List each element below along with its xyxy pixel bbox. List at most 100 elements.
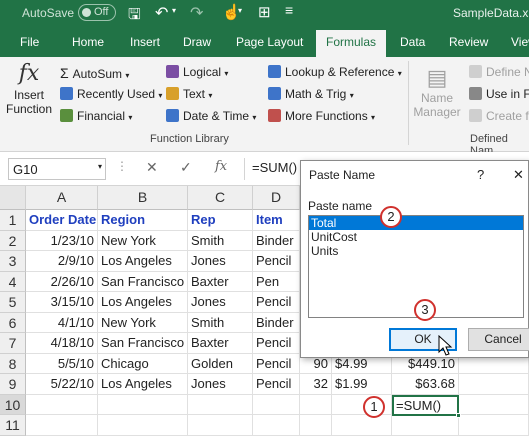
row-header[interactable]: 8 (0, 353, 26, 374)
table-cell[interactable]: Order Date (26, 210, 98, 231)
table-cell[interactable]: Item (253, 210, 300, 231)
use-in-formula-button[interactable]: Use in Fo (469, 87, 529, 101)
table-cell[interactable]: Pencil (253, 251, 300, 272)
autosave-toggle[interactable]: Off (78, 4, 116, 21)
table-cell[interactable] (300, 394, 332, 415)
cancel-button[interactable]: Cancel (468, 328, 529, 351)
table-cell[interactable]: New York (98, 230, 188, 251)
row-header[interactable]: 4 (0, 271, 26, 292)
table-cell[interactable]: Los Angeles (98, 374, 188, 395)
math-trig-button[interactable]: Math & Trig ▾ (268, 87, 354, 101)
table-cell[interactable] (188, 415, 253, 436)
customize-toolbar-icon[interactable]: ≡ (285, 2, 293, 18)
table-cell[interactable]: $63.68 (392, 374, 459, 395)
text-button[interactable]: Text ▾ (166, 87, 212, 101)
redo-icon[interactable]: ↷ (190, 3, 203, 23)
undo-dropdown-icon[interactable]: ▾ (172, 6, 176, 15)
tab-draw[interactable]: Draw (183, 35, 211, 49)
table-cell[interactable]: Rep (188, 210, 253, 231)
tab-home[interactable]: Home (72, 35, 104, 49)
table-cell[interactable]: San Francisco (98, 271, 188, 292)
close-icon[interactable]: ✕ (513, 167, 524, 183)
tab-insert[interactable]: Insert (130, 35, 160, 49)
row-header[interactable]: 11 (0, 415, 26, 436)
list-item-total[interactable]: Total (309, 216, 523, 230)
row-header[interactable]: 6 (0, 312, 26, 333)
row-header[interactable]: 2 (0, 230, 26, 251)
fill-handle[interactable] (456, 413, 461, 418)
table-cell[interactable]: 2/9/10 (26, 251, 98, 272)
tree-icon[interactable]: ⊞ (258, 3, 271, 21)
table-cell[interactable]: Pencil (253, 333, 300, 354)
table-cell[interactable] (26, 415, 98, 436)
table-cell[interactable]: Los Angeles (98, 251, 188, 272)
table-cell[interactable]: Pencil (253, 353, 300, 374)
confirm-entry-icon[interactable]: ✓ (180, 159, 192, 176)
table-cell[interactable]: Binder (253, 230, 300, 251)
table-cell[interactable]: Jones (188, 374, 253, 395)
tab-formulas[interactable]: Formulas (316, 30, 387, 57)
table-cell[interactable]: $1.99 (332, 374, 392, 395)
table-cell[interactable] (98, 394, 188, 415)
date-time-button[interactable]: Date & Time ▾ (166, 109, 256, 123)
table-cell[interactable]: 5/5/10 (26, 353, 98, 374)
table-cell[interactable] (98, 415, 188, 436)
list-item-units[interactable]: Units (309, 244, 338, 258)
table-cell[interactable]: 1/23/10 (26, 230, 98, 251)
column-header-a[interactable]: A (26, 186, 98, 210)
define-name-button[interactable]: Define N (469, 65, 529, 79)
table-cell[interactable]: Chicago (98, 353, 188, 374)
row-header[interactable]: 10 (0, 394, 26, 415)
table-cell[interactable]: 3/15/10 (26, 292, 98, 313)
tab-review[interactable]: Review (449, 35, 488, 49)
insert-function-icon[interactable]: fx (215, 159, 227, 174)
more-functions-button[interactable]: More Functions ▾ (268, 109, 375, 123)
table-cell[interactable] (332, 415, 392, 436)
row-header[interactable]: 9 (0, 374, 26, 395)
tab-view[interactable]: View (511, 35, 529, 49)
name-box[interactable]: G10 (8, 158, 106, 180)
table-cell[interactable] (188, 394, 253, 415)
table-cell[interactable]: Jones (188, 251, 253, 272)
financial-button[interactable]: Financial ▾ (60, 109, 132, 123)
insert-function-button[interactable]: fx Insert Function (4, 61, 54, 131)
create-from-selection-button[interactable]: Create fro (469, 109, 529, 123)
table-cell[interactable] (253, 415, 300, 436)
select-all-corner[interactable] (0, 186, 26, 210)
undo-icon[interactable]: ↶ (155, 3, 168, 23)
table-cell[interactable] (392, 415, 459, 436)
table-cell[interactable]: Pen (253, 271, 300, 292)
table-cell[interactable]: 4/18/10 (26, 333, 98, 354)
name-manager-button[interactable]: ▤ Name Manager (412, 65, 462, 119)
table-cell[interactable]: Baxter (188, 333, 253, 354)
table-cell[interactable] (459, 415, 529, 436)
table-cell[interactable] (300, 415, 332, 436)
table-cell[interactable]: Los Angeles (98, 292, 188, 313)
column-header-c[interactable]: C (188, 186, 253, 210)
table-cell[interactable]: Jones (188, 292, 253, 313)
table-cell[interactable]: Smith (188, 312, 253, 333)
row-header[interactable]: 3 (0, 251, 26, 272)
table-cell[interactable]: Binder (253, 312, 300, 333)
table-cell[interactable]: Baxter (188, 271, 253, 292)
list-item-unitcost[interactable]: UnitCost (309, 230, 357, 244)
formula-input[interactable]: =SUM() (252, 160, 297, 175)
tab-file[interactable]: File (20, 35, 39, 49)
table-cell[interactable] (459, 394, 529, 415)
row-header[interactable]: 5 (0, 292, 26, 313)
row-header[interactable]: 1 (0, 210, 26, 231)
table-cell[interactable] (253, 394, 300, 415)
help-button[interactable]: ? (477, 167, 484, 182)
tab-data[interactable]: Data (400, 35, 425, 49)
autosum-button[interactable]: Σ AutoSum ▾ (60, 65, 129, 81)
table-cell[interactable]: 2/26/10 (26, 271, 98, 292)
table-cell[interactable] (459, 374, 529, 395)
table-cell[interactable]: Pencil (253, 292, 300, 313)
table-cell[interactable]: Golden (188, 353, 253, 374)
table-cell[interactable]: San Francisco (98, 333, 188, 354)
recently-used-button[interactable]: Recently Used ▾ (60, 87, 162, 101)
table-cell[interactable]: Smith (188, 230, 253, 251)
cancel-entry-icon[interactable]: ✕ (146, 159, 158, 176)
table-cell[interactable] (26, 394, 98, 415)
name-box-dropdown-icon[interactable]: ▾ (98, 162, 102, 171)
